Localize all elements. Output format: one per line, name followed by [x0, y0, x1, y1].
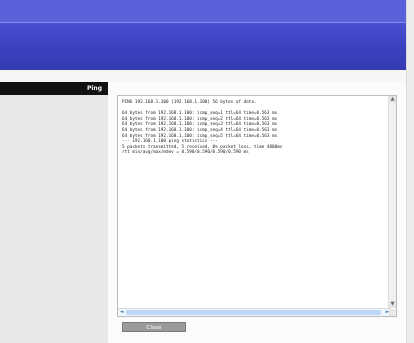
- horizontal-scrollbar[interactable]: ◄ ►: [118, 308, 391, 316]
- close-button[interactable]: Close: [122, 322, 186, 332]
- header-top-bar: [0, 0, 406, 23]
- left-navigation: Ping: [0, 82, 109, 343]
- nav-item-ping[interactable]: Ping: [0, 82, 108, 95]
- scrollbar-corner: [389, 309, 396, 316]
- ping-output-textarea[interactable]: PING 192.168.1.100 (192.168.1.100) 56 by…: [117, 95, 397, 317]
- app-frame: Ping PING 192.168.1.100 (192.168.1.100) …: [0, 0, 407, 343]
- scroll-left-arrow-icon[interactable]: ◄: [118, 309, 125, 316]
- scroll-down-arrow-icon[interactable]: ▼: [389, 301, 396, 308]
- header-banner: [0, 0, 406, 70]
- ping-output-text: PING 192.168.1.100 (192.168.1.100) 56 by…: [122, 100, 382, 156]
- output-line: rtt min/avg/max/mdev = 0.590/0.590/0.590…: [122, 150, 249, 156]
- horizontal-scroll-thumb[interactable]: [126, 310, 381, 315]
- scroll-up-arrow-icon[interactable]: ▲: [389, 96, 396, 103]
- header-stripe: [0, 22, 406, 23]
- vertical-scrollbar[interactable]: ▲ ▼: [388, 96, 396, 308]
- header-spacer: [0, 70, 406, 82]
